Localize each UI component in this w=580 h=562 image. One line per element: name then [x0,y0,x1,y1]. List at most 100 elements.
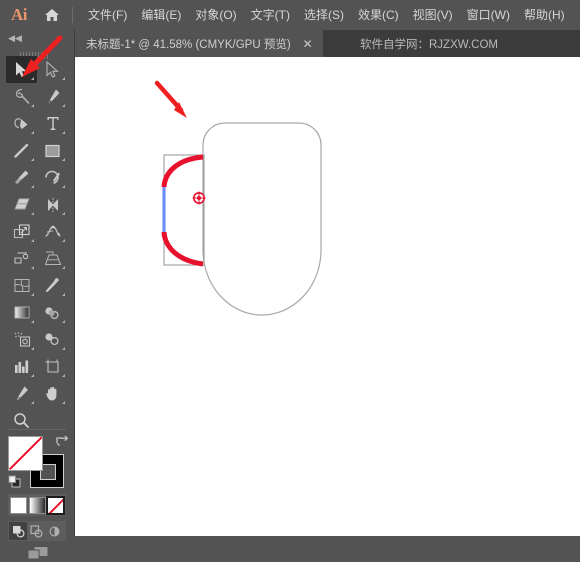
menu-object[interactable]: 对象(O) [188,0,243,30]
selection-tool[interactable] [6,56,37,83]
document-tab-bar: 未标题-1* @ 41.58% (CMYK/GPU 预览) ✕ 软件自学网：RJ… [0,30,580,57]
tool-grid [6,56,68,434]
tool-flyout-indicator [62,212,65,215]
eraser-tool[interactable] [6,191,37,218]
tool-row [6,326,68,353]
magic-wand-tool[interactable] [6,83,37,110]
menu-edit[interactable]: 编辑(E) [134,0,188,30]
close-icon[interactable]: ✕ [303,38,313,50]
perspective-grid-tool[interactable] [37,245,68,272]
mug-illustration[interactable] [75,57,580,536]
collapse-panel-icon[interactable]: ◀◀ [4,32,26,44]
tool-row [6,83,68,110]
default-fill-stroke-icon[interactable] [8,475,21,488]
handle-arc-upper-selected[interactable] [161,154,204,188]
tool-flyout-indicator [31,293,34,296]
tool-row [6,56,68,83]
fill-none-slash-icon [9,437,42,470]
menu-window[interactable]: 窗口(W) [460,0,517,30]
draw-behind-mode-button[interactable] [27,522,45,540]
width-tool[interactable] [37,218,68,245]
curvature-tool[interactable] [6,110,37,137]
paintbrush-tool[interactable] [6,164,37,191]
tool-row [6,164,68,191]
handle-arc-lower-selected[interactable] [161,231,204,267]
menu-help[interactable]: 帮助(H) [517,0,572,30]
rectangle-tool[interactable] [37,137,68,164]
free-transform-tool[interactable] [6,245,37,272]
mug-body-path[interactable] [202,122,322,316]
color-mode-button[interactable] [10,496,27,514]
line-segment-tool[interactable] [6,137,37,164]
tool-flyout-indicator [62,401,65,404]
menu-bar: Ai 文件(F) 编辑(E) 对象(O) 文字(T) 选择(S) 效果(C) 视… [0,0,580,30]
direct-selection-tool[interactable] [37,56,68,83]
tool-row [6,272,68,299]
tool-flyout-indicator [31,77,34,80]
scale-tool[interactable] [6,218,37,245]
change-screen-mode-icon[interactable] [26,545,50,562]
tool-row [6,380,68,407]
swap-fill-stroke-icon[interactable] [55,434,69,447]
shaper-tool[interactable] [37,164,68,191]
tool-flyout-indicator [31,347,34,350]
blend-tool-2[interactable] [37,326,68,353]
tool-flyout-indicator [31,158,34,161]
tool-row [6,110,68,137]
tool-flyout-indicator [62,374,65,377]
draw-inside-mode-button[interactable] [45,522,63,540]
tool-flyout-indicator [31,401,34,404]
type-tool[interactable] [37,110,68,137]
pen-tool[interactable] [37,83,68,110]
tool-flyout-indicator [31,185,34,188]
tool-flyout-indicator [62,293,65,296]
symbol-sprayer-tool[interactable] [6,326,37,353]
paint-mode-bar [8,494,66,516]
tool-flyout-indicator [31,212,34,215]
gradient-mode-button[interactable] [28,496,46,514]
mesh-tool[interactable] [6,272,37,299]
blend-tool[interactable] [37,299,68,326]
tool-flyout-indicator [62,158,65,161]
none-slash-icon [48,497,63,513]
tool-flyout-indicator [31,374,34,377]
tool-row [6,245,68,272]
tool-row [6,137,68,164]
home-icon[interactable] [38,0,66,30]
tool-flyout-indicator [62,239,65,242]
rotate-tool[interactable] [37,191,68,218]
tool-flyout-indicator [31,320,34,323]
panel-drag-handle[interactable] [20,46,54,59]
illustrator-logo: Ai [11,5,28,24]
tools-panel: ◀◀ [0,30,75,560]
tool-flyout-indicator [62,77,65,80]
menu-effect[interactable]: 效果(C) [351,0,406,30]
tool-flyout-indicator [31,239,34,242]
draw-normal-mode-button[interactable] [9,522,27,540]
tool-flyout-indicator [31,131,34,134]
slice-tool[interactable] [6,380,37,407]
tool-flyout-indicator [62,320,65,323]
draw-mode-bar [8,521,66,541]
menu-type[interactable]: 文字(T) [244,0,297,30]
hand-tool[interactable] [37,380,68,407]
column-graph-tool[interactable] [6,353,37,380]
menu-file[interactable]: 文件(F) [81,0,134,30]
tab-secondary-title: 软件自学网：RJZXW.COM [360,38,498,51]
none-mode-button[interactable] [46,495,65,515]
document-canvas[interactable] [75,57,580,536]
artboard-tool[interactable] [37,353,68,380]
tool-flyout-indicator [62,185,65,188]
gradient-tool[interactable] [6,299,37,326]
fill-swatch[interactable] [8,436,43,471]
tab-untitled-1[interactable]: 未标题-1* @ 41.58% (CMYK/GPU 预览) ✕ [74,30,323,57]
tool-row [6,191,68,218]
menu-select[interactable]: 选择(S) [297,0,351,30]
tool-row [6,218,68,245]
tab-title: 未标题-1* @ 41.58% (CMYK/GPU 预览) [86,38,291,51]
eyedropper-tool[interactable] [37,272,68,299]
menu-view[interactable]: 视图(V) [406,0,460,30]
tool-flyout-indicator [62,104,65,107]
menu-separator [72,7,73,23]
tool-flyout-indicator [62,266,65,269]
